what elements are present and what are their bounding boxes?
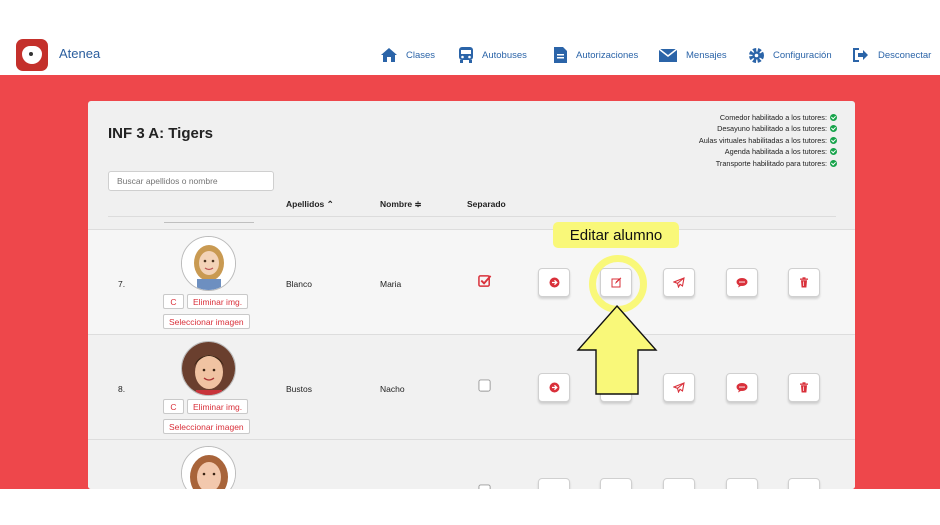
arrow-right-circle-icon bbox=[549, 277, 559, 288]
nav-configuracion[interactable]: Configuración bbox=[748, 44, 832, 66]
gear-icon bbox=[749, 47, 764, 63]
top-navbar: Atenea Clases Autobuses Autorizaciones M… bbox=[0, 35, 940, 76]
envelope-icon bbox=[658, 47, 678, 62]
home-icon bbox=[381, 48, 397, 62]
app-brand[interactable]: Atenea bbox=[59, 46, 100, 61]
chat-bubble-icon bbox=[736, 383, 748, 393]
send-message-button[interactable] bbox=[663, 268, 695, 297]
arrow-right-circle-icon bbox=[549, 382, 559, 393]
status-agenda: Agenda habilitada a los tutores: bbox=[699, 146, 837, 157]
trash-icon bbox=[800, 382, 808, 393]
check-circle-icon bbox=[830, 148, 837, 156]
delete-student-button[interactable] bbox=[788, 478, 820, 489]
view-student-button[interactable] bbox=[538, 373, 570, 402]
edit-student-tooltip: Editar alumno bbox=[553, 222, 679, 248]
edit-student-button[interactable] bbox=[600, 478, 632, 489]
avatar bbox=[181, 341, 236, 396]
send-message-button[interactable] bbox=[663, 478, 695, 489]
status-comedor: Comedor habilitado a los tutores: bbox=[699, 112, 837, 123]
status-transporte: Transporte habilitado para tutores: bbox=[699, 158, 837, 169]
check-circle-icon bbox=[830, 136, 837, 144]
nav-desconectar[interactable]: Desconectar bbox=[852, 44, 931, 66]
row-number: 7. bbox=[118, 279, 126, 289]
image-buttons: C Eliminar img. bbox=[163, 399, 249, 414]
refresh-image-button[interactable]: C bbox=[163, 399, 184, 414]
image-buttons: C Eliminar img. bbox=[163, 294, 249, 309]
table-row bbox=[88, 439, 855, 489]
bottom-margin bbox=[0, 490, 940, 525]
select-image-button[interactable]: Seleccionar imagen bbox=[163, 314, 250, 329]
column-nombre[interactable]: Nombre ≑ bbox=[380, 199, 422, 210]
class-card: INF 3 A: Tigers Comedor habilitado a los… bbox=[88, 101, 855, 489]
refresh-image-button[interactable]: C bbox=[163, 294, 184, 309]
view-student-button[interactable] bbox=[538, 478, 570, 489]
chat-button[interactable] bbox=[726, 268, 758, 297]
top-margin bbox=[0, 0, 940, 35]
column-apellidos[interactable]: Apellidos ⌃ bbox=[286, 199, 334, 210]
select-image-button[interactable]: Seleccionar imagen bbox=[163, 419, 250, 434]
chat-button[interactable] bbox=[726, 478, 758, 489]
delete-student-button[interactable] bbox=[788, 268, 820, 297]
document-icon bbox=[554, 47, 567, 63]
delete-image-button[interactable]: Eliminar img. bbox=[187, 399, 249, 414]
paper-plane-icon bbox=[673, 277, 685, 288]
view-student-button[interactable] bbox=[538, 268, 570, 297]
chat-button[interactable] bbox=[726, 373, 758, 402]
pointer-arrow bbox=[576, 304, 658, 395]
chat-bubble-icon bbox=[736, 278, 748, 288]
nav-configuracion-label: Configuración bbox=[773, 49, 832, 61]
separado-checkbox[interactable] bbox=[478, 484, 492, 489]
nav-mensajes[interactable]: Mensajes bbox=[658, 44, 727, 66]
nav-clases-label: Clases bbox=[406, 49, 436, 61]
delete-student-button[interactable] bbox=[788, 373, 820, 402]
nav-autorizaciones[interactable]: Autorizaciones bbox=[553, 44, 638, 66]
nav-autobuses[interactable]: Autobuses bbox=[458, 44, 527, 66]
nav-clases[interactable]: Clases bbox=[380, 44, 435, 66]
trash-icon bbox=[800, 277, 808, 288]
avatar bbox=[181, 236, 236, 291]
check-circle-icon bbox=[830, 114, 837, 121]
separado-checkbox[interactable] bbox=[478, 379, 492, 393]
nombre-cell: Maria bbox=[380, 279, 402, 289]
avatar bbox=[181, 446, 236, 489]
nav-desconectar-label: Desconectar bbox=[878, 49, 932, 61]
logout-icon bbox=[853, 48, 868, 62]
class-title: INF 3 A: Tigers bbox=[108, 125, 214, 142]
check-circle-icon bbox=[830, 159, 837, 167]
apellidos-cell: Bustos bbox=[286, 384, 312, 394]
delete-image-button[interactable]: Eliminar img. bbox=[187, 294, 249, 309]
table-row: 7. C Eliminar img. Seleccionar imagen Bl… bbox=[88, 229, 855, 335]
divider bbox=[164, 222, 254, 223]
column-separado: Separado bbox=[467, 199, 506, 209]
check-circle-icon bbox=[830, 125, 837, 133]
bus-icon bbox=[459, 47, 473, 63]
status-desayuno: Desayuno habilitado a los tutores: bbox=[699, 123, 837, 134]
status-aulas: Aulas virtuales habilitadas a los tutore… bbox=[699, 135, 837, 146]
nombre-cell: Nacho bbox=[380, 384, 405, 394]
apellidos-cell: Blanco bbox=[286, 279, 312, 289]
header-divider bbox=[108, 216, 836, 217]
nav-autorizaciones-label: Autorizaciones bbox=[576, 49, 639, 61]
send-message-button[interactable] bbox=[663, 373, 695, 402]
nav-autobuses-label: Autobuses bbox=[482, 49, 527, 61]
nav-mensajes-label: Mensajes bbox=[686, 49, 727, 61]
table-row: 8. C Eliminar img. Seleccionar imagen Bu… bbox=[88, 334, 855, 440]
search-input[interactable] bbox=[108, 171, 274, 191]
row-number: 8. bbox=[118, 384, 126, 394]
settings-status: Comedor habilitado a los tutores: Desayu… bbox=[699, 112, 837, 169]
atenea-logo[interactable] bbox=[16, 39, 48, 71]
paper-plane-icon bbox=[673, 382, 685, 393]
separado-checkbox[interactable] bbox=[478, 274, 492, 288]
